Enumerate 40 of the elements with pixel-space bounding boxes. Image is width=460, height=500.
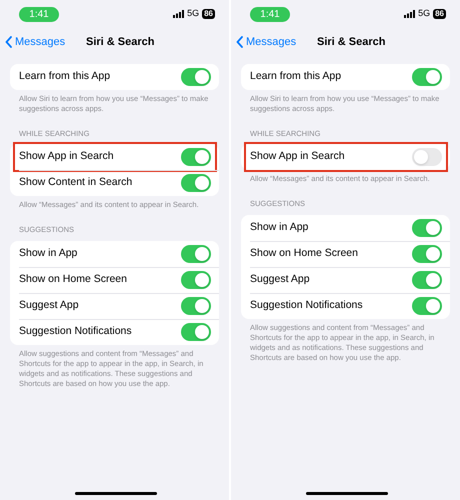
chevron-left-icon (236, 36, 243, 48)
signal-icon (404, 10, 416, 18)
row-label: Show in App (250, 220, 308, 235)
row-label: Learn from this App (19, 69, 110, 84)
screen-title: Siri & Search (317, 34, 386, 50)
toggle-switch[interactable] (181, 296, 211, 314)
screen-title: Siri & Search (86, 34, 154, 50)
toggle-switch[interactable] (181, 148, 211, 166)
network-label: 5G (418, 7, 430, 20)
toggle-switch[interactable] (412, 296, 442, 314)
row-label: Show in App (19, 246, 78, 261)
toggle-switch[interactable] (412, 68, 442, 86)
row-label: Show Content in Search (19, 175, 132, 190)
toggle-switch[interactable] (412, 270, 442, 288)
time-pill: 1:41 (19, 6, 59, 22)
toggle-switch[interactable] (181, 174, 211, 192)
toggle-switch[interactable] (181, 244, 211, 262)
row-label: Suggestion Notifications (19, 324, 132, 339)
row-label: Learn from this App (250, 69, 342, 84)
back-button[interactable]: Messages (0, 34, 66, 50)
row-label: Show App in Search (19, 149, 114, 164)
signal-icon (173, 10, 184, 18)
toggle-switch[interactable] (181, 322, 211, 340)
row-label: Show on Home Screen (19, 272, 127, 287)
row-label: Show App in Search (250, 149, 345, 164)
row-label: Suggest App (19, 298, 79, 313)
row-label: Show on Home Screen (250, 246, 358, 261)
battery-level: 86 (202, 9, 215, 19)
toggle-switch[interactable] (181, 68, 211, 86)
row-label: Suggest App (250, 272, 310, 287)
time-pill: 1:41 (250, 6, 290, 22)
chevron-left-icon (5, 36, 12, 48)
toggle-switch[interactable] (412, 218, 442, 236)
row-label: Suggestion Notifications (250, 298, 363, 313)
toggle-switch[interactable] (412, 148, 442, 166)
battery-level: 86 (433, 9, 446, 19)
toggle-switch[interactable] (412, 244, 442, 262)
back-button[interactable]: Messages (231, 34, 296, 50)
network-label: 5G (187, 7, 200, 20)
toggle-switch[interactable] (181, 270, 211, 288)
